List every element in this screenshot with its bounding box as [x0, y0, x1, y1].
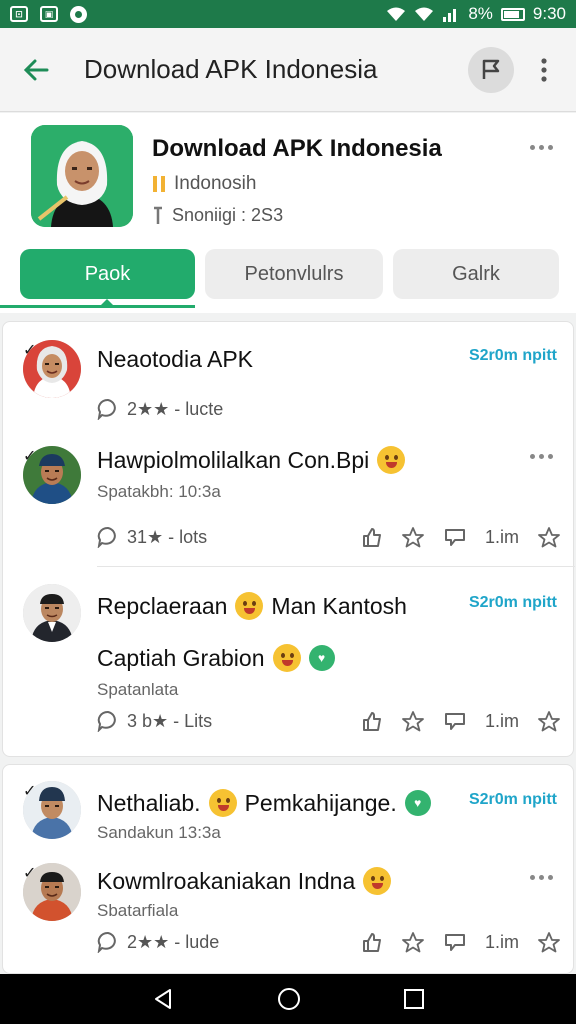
item-count: 1.im [484, 526, 519, 547]
sync-icon [70, 5, 87, 23]
header-more-button[interactable] [530, 139, 560, 155]
signal-icon [443, 9, 457, 22]
item-title: Repclaeraan [97, 592, 228, 619]
item-more-button[interactable] [530, 454, 553, 459]
nav-back-icon[interactable] [151, 987, 175, 1011]
tab-2[interactable]: Petonvlulrs [205, 249, 383, 299]
avatar [23, 340, 81, 398]
feed-item[interactable]: ✓ Nethaliab. Pemkahijange. ♥ S2r0m npitt… [3, 765, 575, 849]
item-count: 1.im [484, 931, 519, 952]
feed-card: ✓ Neaotodia APK S2r0m npitt 2★★ - lucte … [2, 321, 575, 757]
comment-icon [97, 931, 116, 953]
feed-item[interactable]: ✓ Hawpiolmolilalkan Con.Bpi Spatakbh: 10… [3, 432, 575, 562]
pin-button[interactable] [468, 46, 514, 93]
item-title-suffix: Pemkahijange. [244, 789, 397, 816]
arrow-left-icon [23, 59, 49, 80]
system-nav-bar [0, 974, 576, 1024]
star-icon[interactable] [401, 710, 425, 732]
item-subtitle: Spatakbh: 10:3a [97, 482, 221, 501]
favorite-icon[interactable] [537, 931, 561, 953]
overflow-menu-button[interactable] [524, 47, 564, 93]
wifi-icon-2 [415, 7, 434, 21]
smiley-emoji-icon [377, 446, 406, 474]
avatar [23, 446, 81, 504]
feed-item[interactable]: ✓ Neaotodia APK S2r0m npitt 2★★ - lucte [3, 322, 575, 432]
item-time: S2r0m npitt [468, 347, 557, 364]
divider [97, 566, 575, 567]
item-title: Kowmlroakaniakan Indna [97, 867, 356, 894]
battery-percent: 8% [468, 4, 493, 23]
back-button[interactable] [14, 48, 58, 92]
feed-card: ✓ Nethaliab. Pemkahijange. ♥ S2r0m npitt… [2, 764, 574, 974]
notification-icon: ▣ [40, 6, 58, 22]
comment-icon [97, 526, 116, 548]
feed-item[interactable]: Repclaeraan Man Kantosh S2r0m npitt Capt… [3, 568, 575, 748]
tab-3[interactable]: Galrk [393, 249, 559, 299]
item-count: 1.im [484, 710, 519, 731]
wifi-icon [387, 7, 406, 21]
like-icon[interactable] [361, 931, 383, 953]
tab-1[interactable]: Paok [20, 249, 195, 299]
tab-bar: Paok Petonvlulrs Galrk [0, 249, 576, 308]
clock: 9:30 [532, 4, 566, 23]
app-bar: Download APK Indonesia [0, 28, 576, 112]
smiley-emoji-icon [208, 789, 237, 817]
item-title: Neaotodia APK [97, 346, 254, 372]
favorite-icon[interactable] [537, 526, 561, 548]
like-icon[interactable] [361, 710, 383, 732]
green-emoji-icon: ♥ [308, 645, 335, 671]
image-icon: ⊡ [10, 6, 28, 22]
star-icon[interactable] [401, 931, 425, 953]
smiley-emoji-icon [235, 592, 264, 620]
app-name: Download APK Indonesia [152, 135, 442, 162]
item-subtitle: Sbatarfiala [97, 901, 179, 920]
pin-icon [482, 59, 500, 79]
pin-small-icon [154, 206, 162, 224]
smiley-emoji-icon [272, 644, 301, 672]
star-icon[interactable] [401, 526, 425, 548]
item-subtitle: Spatanlata [97, 680, 179, 699]
bookmark-icon [153, 176, 165, 192]
item-title: Hawpiolmolilalkan Con.Bpi [97, 446, 370, 473]
tab-indicator [0, 305, 195, 308]
item-more-button[interactable] [530, 875, 553, 880]
app-meta: Snoniigi : 2S3 [172, 205, 284, 225]
reply-icon[interactable] [443, 931, 467, 953]
comment-icon [97, 398, 116, 420]
reply-icon[interactable] [443, 526, 467, 548]
more-vertical-icon [541, 57, 547, 82]
page-title: Download APK Indonesia [84, 54, 378, 84]
item-time: S2r0m npitt [468, 791, 557, 808]
smiley-emoji-icon [363, 867, 392, 895]
item-title-suffix: Man Kantosh [271, 592, 407, 619]
app-subtitle: Indonosih [174, 173, 257, 194]
feed-item[interactable]: ✓ Kowmlroakaniakan Indna Sbatarfiala 2★★… [3, 849, 575, 973]
app-icon [31, 125, 133, 227]
status-bar: ⊡ ▣ 8% 9:30 [0, 0, 576, 28]
like-icon[interactable] [361, 526, 383, 548]
item-stats: 3 b★ - Lits [127, 710, 213, 731]
battery-icon [500, 7, 525, 21]
green-emoji-icon: ♥ [404, 790, 431, 816]
avatar [23, 584, 81, 642]
item-subtitle: Sandakun 13:3a [97, 823, 221, 842]
reply-icon[interactable] [443, 710, 467, 732]
item-line-2: Captiah Grabion [97, 644, 265, 671]
app-header: Download APK Indonesia Indonosih Snoniig… [0, 113, 576, 313]
item-time: S2r0m npitt [468, 594, 557, 611]
nav-recents-icon[interactable] [403, 988, 425, 1010]
favorite-icon[interactable] [537, 710, 561, 732]
nav-home-icon[interactable] [276, 986, 302, 1012]
item-stats: 2★★ - lude [127, 931, 220, 952]
item-stats: 2★★ - lucte [127, 398, 224, 419]
item-stats: 31★ - lots [127, 526, 208, 547]
comment-icon [97, 710, 116, 732]
avatar [23, 863, 81, 921]
avatar [23, 781, 81, 839]
item-title: Nethaliab. [97, 789, 201, 816]
